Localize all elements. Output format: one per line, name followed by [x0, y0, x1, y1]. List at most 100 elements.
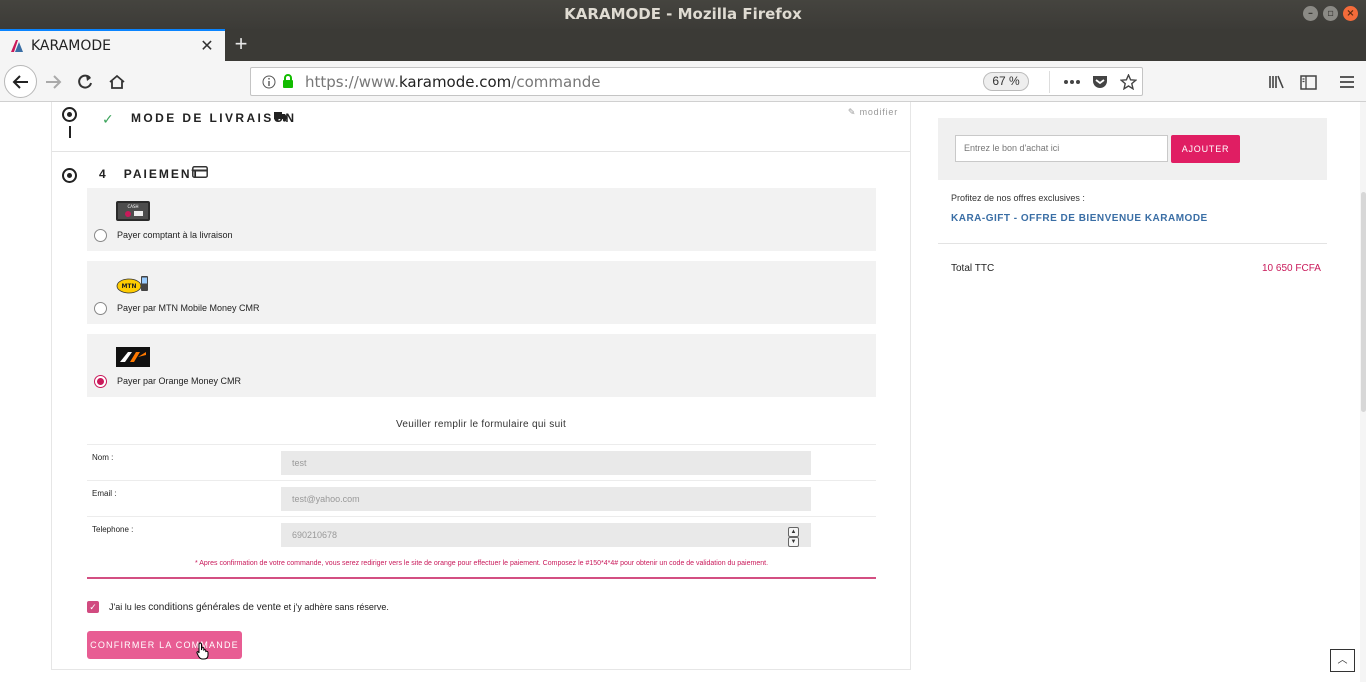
menu-button[interactable]: [1332, 67, 1362, 97]
payment-option-label: Payer comptant à la livraison: [117, 230, 233, 240]
sidebar-toggle-button[interactable]: [1293, 67, 1323, 97]
payment-option-label: Payer par Orange Money CMR: [117, 376, 242, 386]
scroll-to-top-button[interactable]: ︿: [1330, 649, 1355, 672]
spinner-up-icon[interactable]: ▲: [788, 527, 799, 537]
payment-radio-mtn[interactable]: [94, 302, 107, 315]
info-icon[interactable]: [262, 75, 276, 89]
summary-divider: [938, 243, 1327, 244]
payment-option-cash[interactable]: CASH Payer comptant à la livraison: [87, 188, 876, 251]
library-button[interactable]: [1262, 67, 1292, 97]
tab-close-icon[interactable]: ✕: [197, 36, 217, 56]
payment-radio-cash[interactable]: [94, 229, 107, 242]
forward-arrow-icon: [46, 75, 62, 89]
step-indicator: [62, 168, 77, 183]
edit-delivery-link[interactable]: ✎ modifier: [848, 107, 898, 118]
pencil-icon: ✎: [847, 107, 857, 117]
delivery-step: ✓ MODE DE LIVRAISON ✎ modifier: [52, 102, 910, 152]
email-input[interactable]: test@yahoo.com: [281, 487, 811, 511]
reload-button[interactable]: [70, 67, 100, 97]
form-row-telephone: Telephone : 690210678 ▲ ▼: [87, 516, 876, 552]
orange-payment-note: * Apres confirmation de votre commande, …: [194, 560, 769, 567]
step-indicator: [62, 107, 77, 122]
total-label: Total TTC: [951, 263, 995, 274]
credit-card-icon: [192, 166, 208, 178]
close-window-button[interactable]: ×: [1343, 6, 1358, 21]
voucher-input[interactable]: Entrez le bon d'achat ici: [955, 135, 1168, 162]
tab-strip: KARAMODE ✕ +: [0, 29, 1366, 61]
lock-icon: [283, 74, 293, 88]
number-spinner[interactable]: ▲ ▼: [788, 527, 799, 547]
voucher-box: Entrez le bon d'achat ici AJOUTER: [938, 118, 1327, 180]
mtn-icon: MTN: [116, 276, 148, 294]
payment-radio-orange-money[interactable]: [94, 375, 107, 388]
minimize-button[interactable]: –: [1303, 6, 1318, 21]
terms-text: J'ai lu les conditions générales de vent…: [109, 601, 389, 613]
nom-label: Nom :: [92, 453, 114, 462]
confirm-order-button[interactable]: CONFIRMER LA COMMANDE: [87, 631, 242, 659]
spinner-down-icon[interactable]: ▼: [788, 537, 799, 547]
window-title: KARAMODE - Mozilla Firefox: [564, 5, 802, 23]
payment-option-orange-money[interactable]: Payer par Orange Money CMR: [87, 334, 876, 397]
payment-option-label: Payer par MTN Mobile Money CMR: [117, 303, 260, 313]
form-intro-text: Veuiller remplir le formulaire qui suit: [395, 419, 567, 430]
form-row-nom: Nom : test: [87, 444, 876, 480]
maximize-button[interactable]: ▫: [1323, 6, 1338, 21]
step-connector: [69, 126, 71, 138]
offers-title: Profitez de nos offres exclusives :: [951, 193, 1085, 203]
payment-step-title: 4 PAIEMENT: [99, 167, 201, 181]
ellipsis-icon: [1064, 79, 1080, 84]
url-bar[interactable]: https://www.karamode.com/commande 67 %: [250, 67, 1143, 96]
window-controls: – ▫ ×: [1303, 6, 1358, 21]
truck-icon: [274, 112, 287, 122]
terms-row: ✓ J'ai lu les conditions générales de ve…: [87, 601, 389, 613]
sidebar-icon: [1299, 74, 1317, 90]
orange-money-icon: [116, 347, 150, 367]
svg-text:CASH: CASH: [127, 204, 138, 209]
checkout-panel: ✓ MODE DE LIVRAISON ✎ modifier 4 PAIEMEN…: [51, 102, 911, 670]
page-content: ✓ MODE DE LIVRAISON ✎ modifier 4 PAIEMEN…: [0, 102, 1366, 682]
note-divider: [87, 577, 876, 579]
telephone-label: Telephone :: [92, 525, 134, 534]
chevron-up-icon: ︿: [1337, 655, 1348, 666]
tab-title: KARAMODE: [31, 38, 111, 54]
hamburger-menu-icon: [1340, 76, 1354, 88]
url-text[interactable]: https://www.karamode.com/commande: [305, 73, 983, 91]
nom-input[interactable]: test: [281, 451, 811, 475]
home-button[interactable]: [102, 67, 132, 97]
hand-cursor-icon: [196, 642, 209, 660]
tab-karamode[interactable]: KARAMODE ✕: [0, 29, 225, 61]
email-label: Email :: [92, 489, 117, 498]
telephone-input[interactable]: 690210678 ▲ ▼: [281, 523, 811, 547]
offer-link[interactable]: KARA-GIFT - OFFRE DE BIENVENUE KARAMODE: [951, 213, 1208, 224]
pocket-icon: [1093, 76, 1107, 88]
form-row-email: Email : test@yahoo.com: [87, 480, 876, 516]
terms-link[interactable]: conditions générales de vente: [148, 602, 281, 613]
back-arrow-icon: [12, 74, 28, 89]
cash-icon: CASH: [116, 201, 150, 221]
pocket-button[interactable]: [1086, 70, 1114, 94]
back-button[interactable]: [4, 65, 37, 98]
svg-text:MTN: MTN: [121, 283, 136, 290]
forward-button[interactable]: [38, 67, 68, 97]
total-value: 10 650 FCFA: [1262, 263, 1321, 274]
star-icon: [1119, 73, 1137, 90]
terms-checkbox[interactable]: ✓: [87, 601, 99, 613]
scrollbar-thumb[interactable]: [1361, 192, 1366, 412]
page-actions-button[interactable]: [1058, 70, 1086, 94]
page-scrollbar[interactable]: [1360, 102, 1366, 682]
home-icon: [109, 74, 125, 89]
check-icon: ✓: [102, 111, 114, 127]
zoom-level-badge[interactable]: 67 %: [983, 72, 1029, 91]
delivery-step-title: MODE DE LIVRAISON: [131, 111, 297, 125]
telephone-value: 690210678: [292, 530, 338, 540]
window-titlebar: KARAMODE - Mozilla Firefox – ▫ ×: [0, 0, 1366, 29]
add-voucher-button[interactable]: AJOUTER: [1171, 135, 1240, 163]
edit-delivery-label: modifier: [859, 107, 898, 117]
library-icon: [1269, 75, 1284, 89]
new-tab-button[interactable]: +: [230, 32, 252, 56]
nav-bar: https://www.karamode.com/commande 67 %: [0, 61, 1366, 102]
reload-icon: [78, 74, 92, 89]
karamode-favicon-icon: [11, 40, 23, 52]
payment-option-mtn[interactable]: MTN Payer par MTN Mobile Money CMR: [87, 261, 876, 324]
bookmark-button[interactable]: [1114, 70, 1142, 94]
